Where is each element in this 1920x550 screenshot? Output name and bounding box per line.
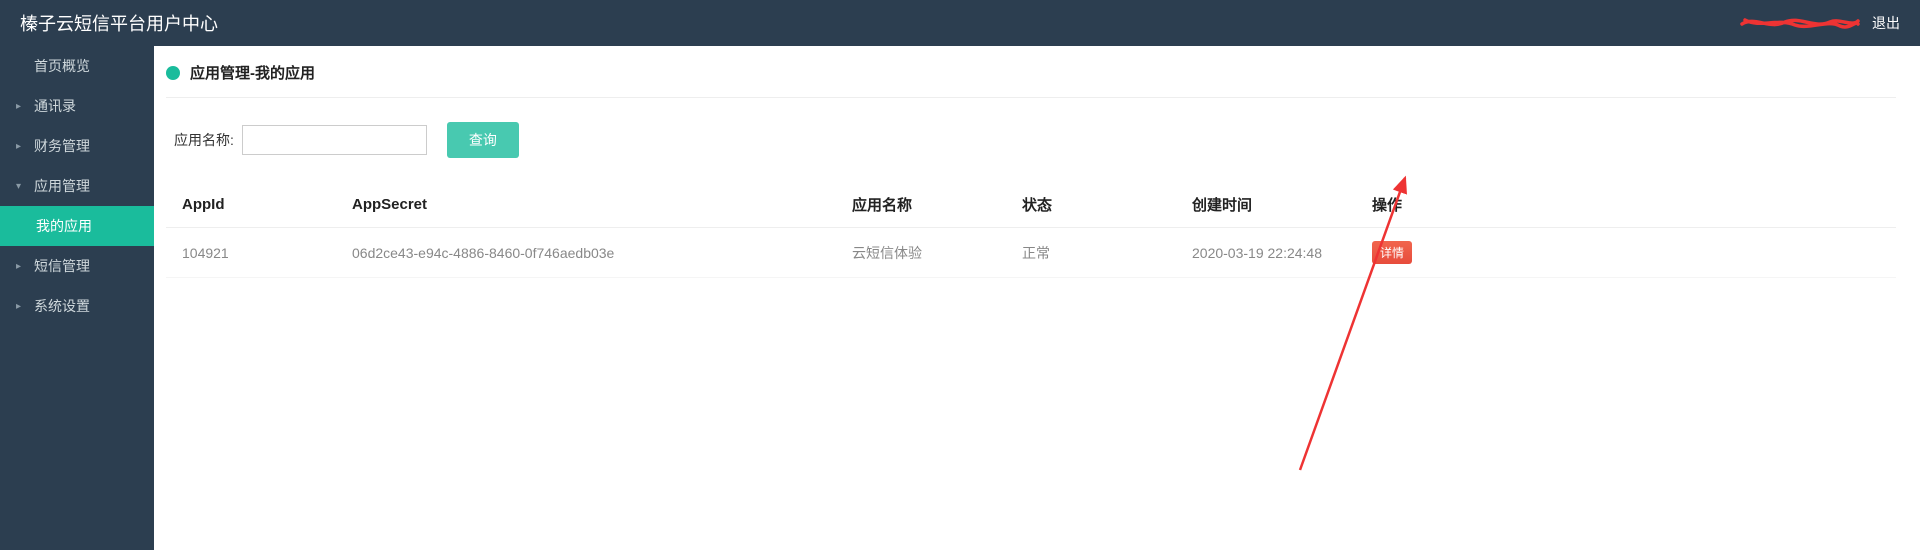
sidebar-item-label: 财务管理: [34, 136, 90, 156]
col-status: 状态: [1006, 182, 1176, 228]
cell-created: 2020-03-19 22:24:48: [1176, 228, 1356, 278]
logout-link[interactable]: 退出: [1872, 13, 1900, 33]
col-appid: AppId: [166, 182, 336, 228]
sidebar-item-label: 短信管理: [34, 256, 90, 276]
cell-secret: 06d2ce43-e94c-4886-8460-0f746aedb03e: [336, 228, 836, 278]
filter-bar: 应用名称: 查询: [166, 98, 1896, 182]
sidebar-item-label: 首页概览: [34, 56, 90, 76]
sidebar-item-contacts[interactable]: ▸ 通讯录: [0, 86, 154, 126]
apps-table: AppId AppSecret 应用名称 状态 创建时间 操作 104921 0…: [166, 182, 1896, 278]
sidebar-item-label: 系统设置: [34, 296, 90, 316]
sidebar-item-my-apps[interactable]: 我的应用: [0, 206, 154, 246]
caret-right-icon: ▸: [16, 261, 28, 272]
detail-button[interactable]: 详情: [1372, 241, 1412, 264]
panel-header: 应用管理-我的应用: [166, 56, 1896, 98]
sidebar-item-label: 通讯录: [34, 96, 76, 116]
query-button[interactable]: 查询: [447, 122, 519, 158]
caret-right-icon: ▸: [16, 101, 28, 112]
redacted-scribble: [1740, 14, 1860, 32]
sidebar-item-apps[interactable]: ▾ 应用管理: [0, 166, 154, 206]
cell-appid: 104921: [166, 228, 336, 278]
main-content: 应用管理-我的应用 应用名称: 查询 AppId AppSecret 应用名称 …: [154, 46, 1920, 550]
sidebar-item-finance[interactable]: ▸ 财务管理: [0, 126, 154, 166]
table-row: 104921 06d2ce43-e94c-4886-8460-0f746aedb…: [166, 228, 1896, 278]
panel-dot-icon: [166, 66, 180, 80]
sidebar-item-settings[interactable]: ▸ 系统设置: [0, 286, 154, 326]
app-name-input[interactable]: [242, 125, 427, 155]
caret-right-icon: ▸: [16, 141, 28, 152]
sidebar-item-home[interactable]: 首页概览: [0, 46, 154, 86]
sidebar-item-label: 应用管理: [34, 176, 90, 196]
header-right: 退出: [1740, 13, 1900, 33]
sidebar-item-label: 我的应用: [36, 216, 92, 236]
col-action: 操作: [1356, 182, 1896, 228]
col-created: 创建时间: [1176, 182, 1356, 228]
cell-name: 云短信体验: [836, 228, 1006, 278]
panel-title: 应用管理-我的应用: [190, 62, 315, 83]
cell-status: 正常: [1006, 228, 1176, 278]
col-secret: AppSecret: [336, 182, 836, 228]
app-title: 榛子云短信平台用户中心: [20, 10, 218, 36]
caret-down-icon: ▾: [16, 181, 28, 192]
table-header-row: AppId AppSecret 应用名称 状态 创建时间 操作: [166, 182, 1896, 228]
col-name: 应用名称: [836, 182, 1006, 228]
caret-right-icon: ▸: [16, 301, 28, 312]
sidebar: 首页概览 ▸ 通讯录 ▸ 财务管理 ▾ 应用管理 我的应用 ▸ 短信管理 ▸ 系…: [0, 46, 154, 550]
sidebar-item-sms[interactable]: ▸ 短信管理: [0, 246, 154, 286]
cell-action: 详情: [1356, 228, 1896, 278]
header-bar: 榛子云短信平台用户中心 退出: [0, 0, 1920, 46]
filter-label: 应用名称:: [174, 130, 234, 150]
